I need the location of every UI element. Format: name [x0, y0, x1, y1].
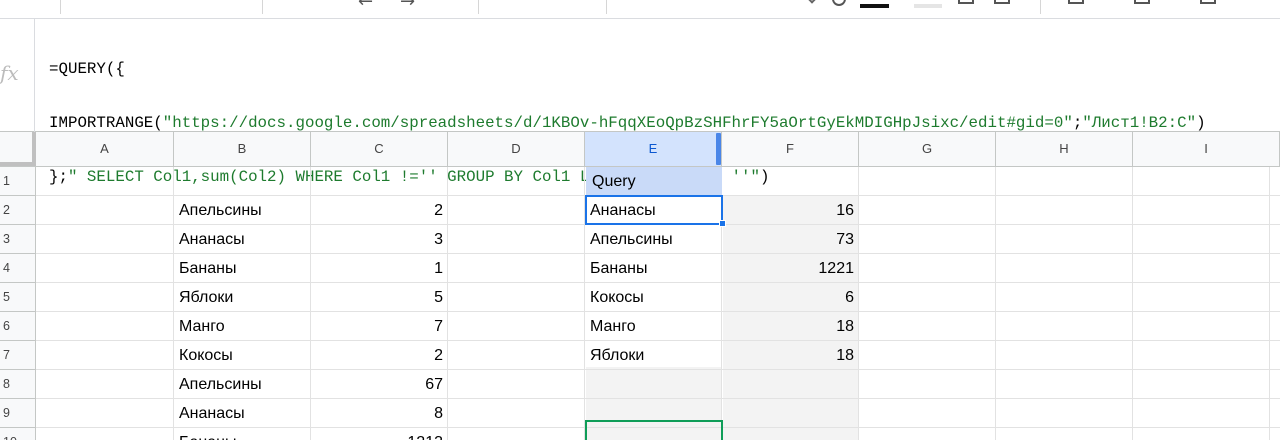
formula-token: =QUERY({: [49, 60, 125, 78]
column-header-e[interactable]: E: [585, 132, 722, 166]
formula-token: ;: [1072, 114, 1083, 132]
row-header-3[interactable]: 3: [0, 225, 36, 254]
row-header-2[interactable]: 2: [0, 196, 36, 225]
cell-f6[interactable]: 18: [721, 312, 858, 340]
cell-e7[interactable]: Яблоки: [584, 341, 721, 369]
increase-decimal-icon[interactable]: →: [400, 0, 415, 12]
column-header-h[interactable]: H: [996, 132, 1133, 166]
formula-line-2: IMPORTRANGE("https://docs.google.com/spr…: [49, 114, 1206, 132]
row-header-5[interactable]: 5: [0, 283, 36, 312]
fill-color-icon[interactable]: [914, 4, 942, 8]
cell-e6[interactable]: Манго: [584, 312, 721, 340]
cell-b4[interactable]: Бананы: [173, 254, 310, 282]
cell-b5[interactable]: Яблоки: [173, 283, 310, 311]
cell-f3[interactable]: 73: [721, 225, 858, 253]
column-header-b[interactable]: B: [174, 132, 311, 166]
formula-bar: fx =QUERY({ IMPORTRANGE("https://docs.go…: [0, 18, 1280, 186]
cell-e4[interactable]: Бананы: [584, 254, 721, 282]
cell-b10[interactable]: Бананы: [173, 428, 310, 440]
row-header-7[interactable]: 7: [0, 341, 36, 370]
row-header-10[interactable]: 10: [0, 428, 36, 440]
row-header-4[interactable]: 4: [0, 254, 36, 283]
chevron-down-icon[interactable]: [806, 0, 818, 4]
column-header-c[interactable]: C: [311, 132, 448, 166]
toolbar-separator: [1040, 0, 1041, 14]
cell-c5[interactable]: 5: [310, 283, 447, 311]
toolbar: ← →: [0, 0, 1280, 18]
row-header-9[interactable]: 9: [0, 399, 36, 428]
borders-icon[interactable]: [958, 0, 974, 4]
cell-e1-query-header[interactable]: Query: [586, 167, 722, 195]
cell-b9[interactable]: Ананасы: [173, 399, 310, 427]
cell-c3[interactable]: 3: [310, 225, 447, 253]
grid-line: [447, 167, 448, 440]
cell-f5[interactable]: 6: [721, 283, 858, 311]
cell-c9[interactable]: 8: [310, 399, 447, 427]
formula-line-1: =QUERY({: [49, 60, 1206, 78]
cell-grid[interactable]: Апельсины Ананасы Бананы Яблоки Манго Ко…: [36, 167, 1280, 440]
active-cell-selection: [585, 195, 723, 225]
rotate-icon[interactable]: [1200, 0, 1216, 4]
cell-b6[interactable]: Манго: [173, 312, 310, 340]
row-header-6[interactable]: 6: [0, 312, 36, 341]
fx-icon: fx: [0, 61, 19, 85]
formula-string-literal: "Лист1!B2:C": [1082, 114, 1197, 132]
cell-c4[interactable]: 1: [310, 254, 447, 282]
grid-line: [858, 167, 859, 440]
cell-c6[interactable]: 7: [310, 312, 447, 340]
toolbar-separator: [262, 0, 263, 14]
cell-f4[interactable]: 1221: [721, 254, 858, 282]
align-icon[interactable]: [1068, 0, 1084, 4]
decrease-decimal-icon[interactable]: ←: [358, 0, 373, 12]
merge-cells-icon[interactable]: [994, 0, 1010, 4]
text-color-icon[interactable]: [860, 4, 889, 8]
formula-token: ): [1196, 114, 1206, 132]
cell-c10[interactable]: 1213: [310, 428, 447, 440]
cell-c7[interactable]: 2: [310, 341, 447, 369]
row-header-8[interactable]: 8: [0, 370, 36, 399]
column-header-d[interactable]: D: [448, 132, 585, 166]
formula-string-literal: "https://docs.google.com/spreadsheets/d/…: [162, 114, 1073, 132]
cell-c2[interactable]: 2: [310, 196, 447, 224]
row-header-1[interactable]: 1: [0, 167, 36, 196]
zoom-icon[interactable]: [832, 0, 846, 6]
cell-c8[interactable]: 67: [310, 370, 447, 398]
toolbar-separator: [478, 0, 479, 14]
grid-line: [995, 167, 996, 440]
cell-b3[interactable]: Ананасы: [173, 225, 310, 253]
select-all-corner[interactable]: [0, 132, 36, 166]
cell-e3[interactable]: Апельсины: [584, 225, 721, 253]
grid-line: [1269, 167, 1270, 440]
column-header-a[interactable]: A: [36, 132, 174, 166]
column-resize-handle[interactable]: [716, 133, 721, 165]
column-header-g[interactable]: G: [859, 132, 996, 166]
toolbar-separator: [606, 0, 607, 14]
cell-f2[interactable]: 16: [721, 196, 858, 224]
cell-e5[interactable]: Кокосы: [584, 283, 721, 311]
cell-b7[interactable]: Кокосы: [173, 341, 310, 369]
column-header-row: A B C D E F G H I: [0, 132, 1280, 167]
cell-b8[interactable]: Апельсины: [173, 370, 310, 398]
toolbar-separator: [60, 0, 61, 14]
grid-line: [1132, 167, 1133, 440]
cell-f7[interactable]: 18: [721, 341, 858, 369]
column-header-i[interactable]: I: [1133, 132, 1280, 166]
formula-token: IMPORTRANGE(: [49, 114, 163, 132]
cell-b2[interactable]: Апельсины: [173, 196, 310, 224]
wrap-icon[interactable]: [1134, 0, 1150, 4]
fill-handle[interactable]: [719, 220, 726, 227]
formula-bar-divider: [34, 19, 35, 132]
column-header-f[interactable]: F: [722, 132, 859, 166]
highlighted-cell-e10: [585, 420, 723, 440]
